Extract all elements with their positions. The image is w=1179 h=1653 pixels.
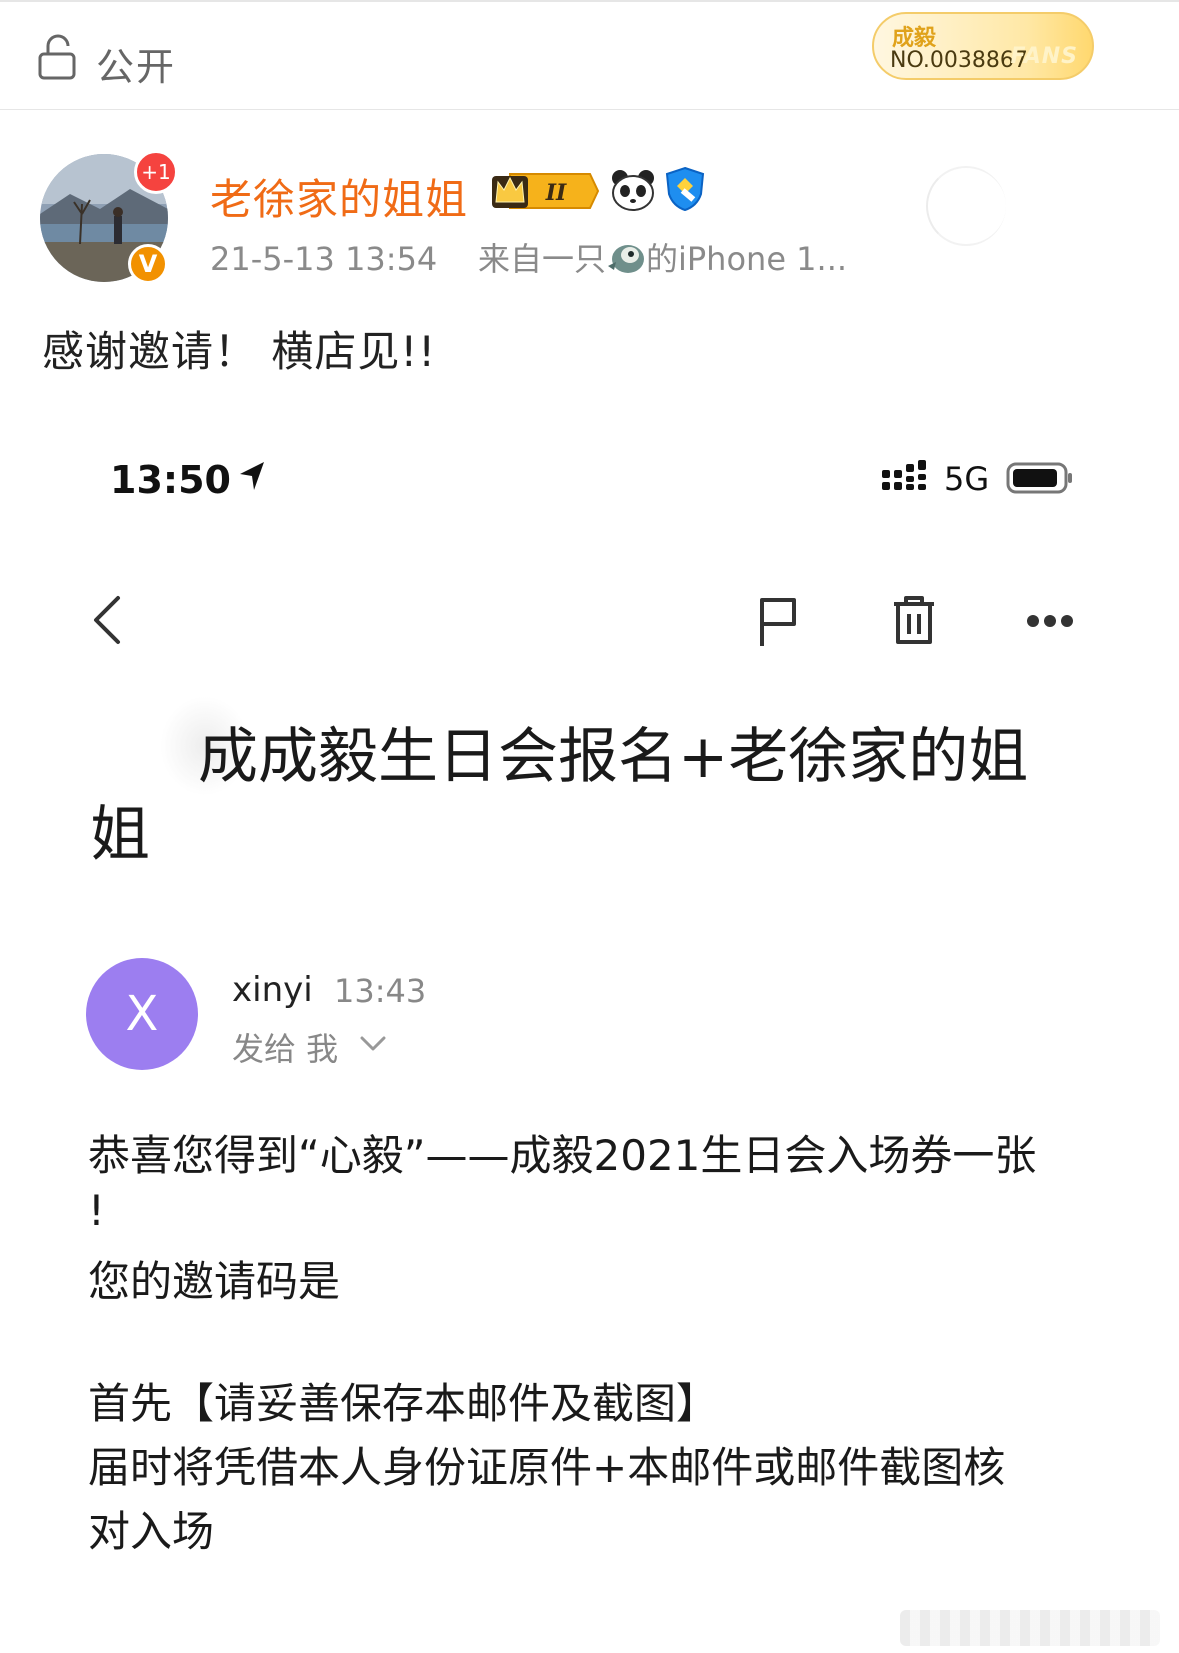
fans-badge[interactable]: 成毅 NO.0038867 FANS [872, 12, 1094, 80]
back-icon[interactable] [90, 594, 124, 646]
mail-body-line: ! [88, 1186, 105, 1235]
signal-icon [882, 460, 926, 490]
sender-name[interactable]: xinyi [232, 970, 313, 1010]
flag-icon[interactable] [756, 596, 800, 648]
recipient-label[interactable]: 发给 我 [232, 1024, 338, 1070]
mail-subject-line2: 姐 [90, 800, 150, 870]
battery-icon [1006, 462, 1072, 494]
bottom-watermark [900, 1610, 1160, 1646]
crown-level: II [545, 180, 567, 206]
top-bar: 公开 成毅 NO.0038867 FANS [0, 0, 1179, 110]
crown-badge-icon[interactable]: II [490, 170, 600, 212]
timestamp: 21-5-13 13:54 [210, 240, 438, 278]
verified-icon: V [128, 244, 168, 284]
chevron-down-icon[interactable] [360, 1036, 386, 1052]
source-suffix[interactable]: 的iPhone 1... [646, 240, 847, 278]
lock-icon[interactable] [38, 32, 78, 80]
mail-body-line: 您的邀请码是 [88, 1257, 341, 1306]
bird-icon [607, 245, 644, 273]
source-prefix: 来自一只 [477, 240, 606, 278]
post-meta: 21-5-13 13:54 来自一只 的iPhone 1... [210, 234, 847, 280]
mail-body-line: 对入场 [88, 1507, 215, 1556]
mail-body-line: 恭喜您得到“心毅”——成毅2021生日会入场券一张 [88, 1131, 1037, 1180]
panda-icon [612, 170, 654, 211]
location-arrow-icon [240, 462, 264, 490]
more-icon[interactable] [1026, 612, 1074, 630]
mail-body-line: 届时将凭借本人身份证原件+本邮件或邮件截图核 [88, 1443, 1006, 1492]
sender-avatar[interactable]: X [86, 958, 198, 1070]
visibility-label[interactable]: 公开 [96, 36, 176, 91]
notification-badge[interactable]: +1 [134, 150, 178, 194]
follow-button[interactable] [926, 166, 1006, 246]
trash-icon[interactable] [892, 594, 936, 646]
mail-body-line: 首先【请妥善保存本邮件及截图】 [88, 1379, 719, 1428]
fans-badge-number: NO.0038867 [890, 48, 1028, 73]
post-text: 感谢邀请！ 横店见!! [42, 327, 437, 376]
mail-subject: 成成毅生日会报名+老徐家的姐 姐 [90, 718, 1070, 874]
shield-icon [665, 166, 705, 212]
username[interactable]: 老徐家的姐姐 [210, 166, 468, 227]
mail-subject-line1: 成成毅生日会报名+老徐家的姐 [198, 722, 1029, 792]
status-time: 13:50 [110, 458, 231, 502]
sender-time: 13:43 [334, 972, 427, 1010]
network-label: 5G [944, 460, 990, 498]
fans-badge-word: FANS [1010, 44, 1078, 69]
